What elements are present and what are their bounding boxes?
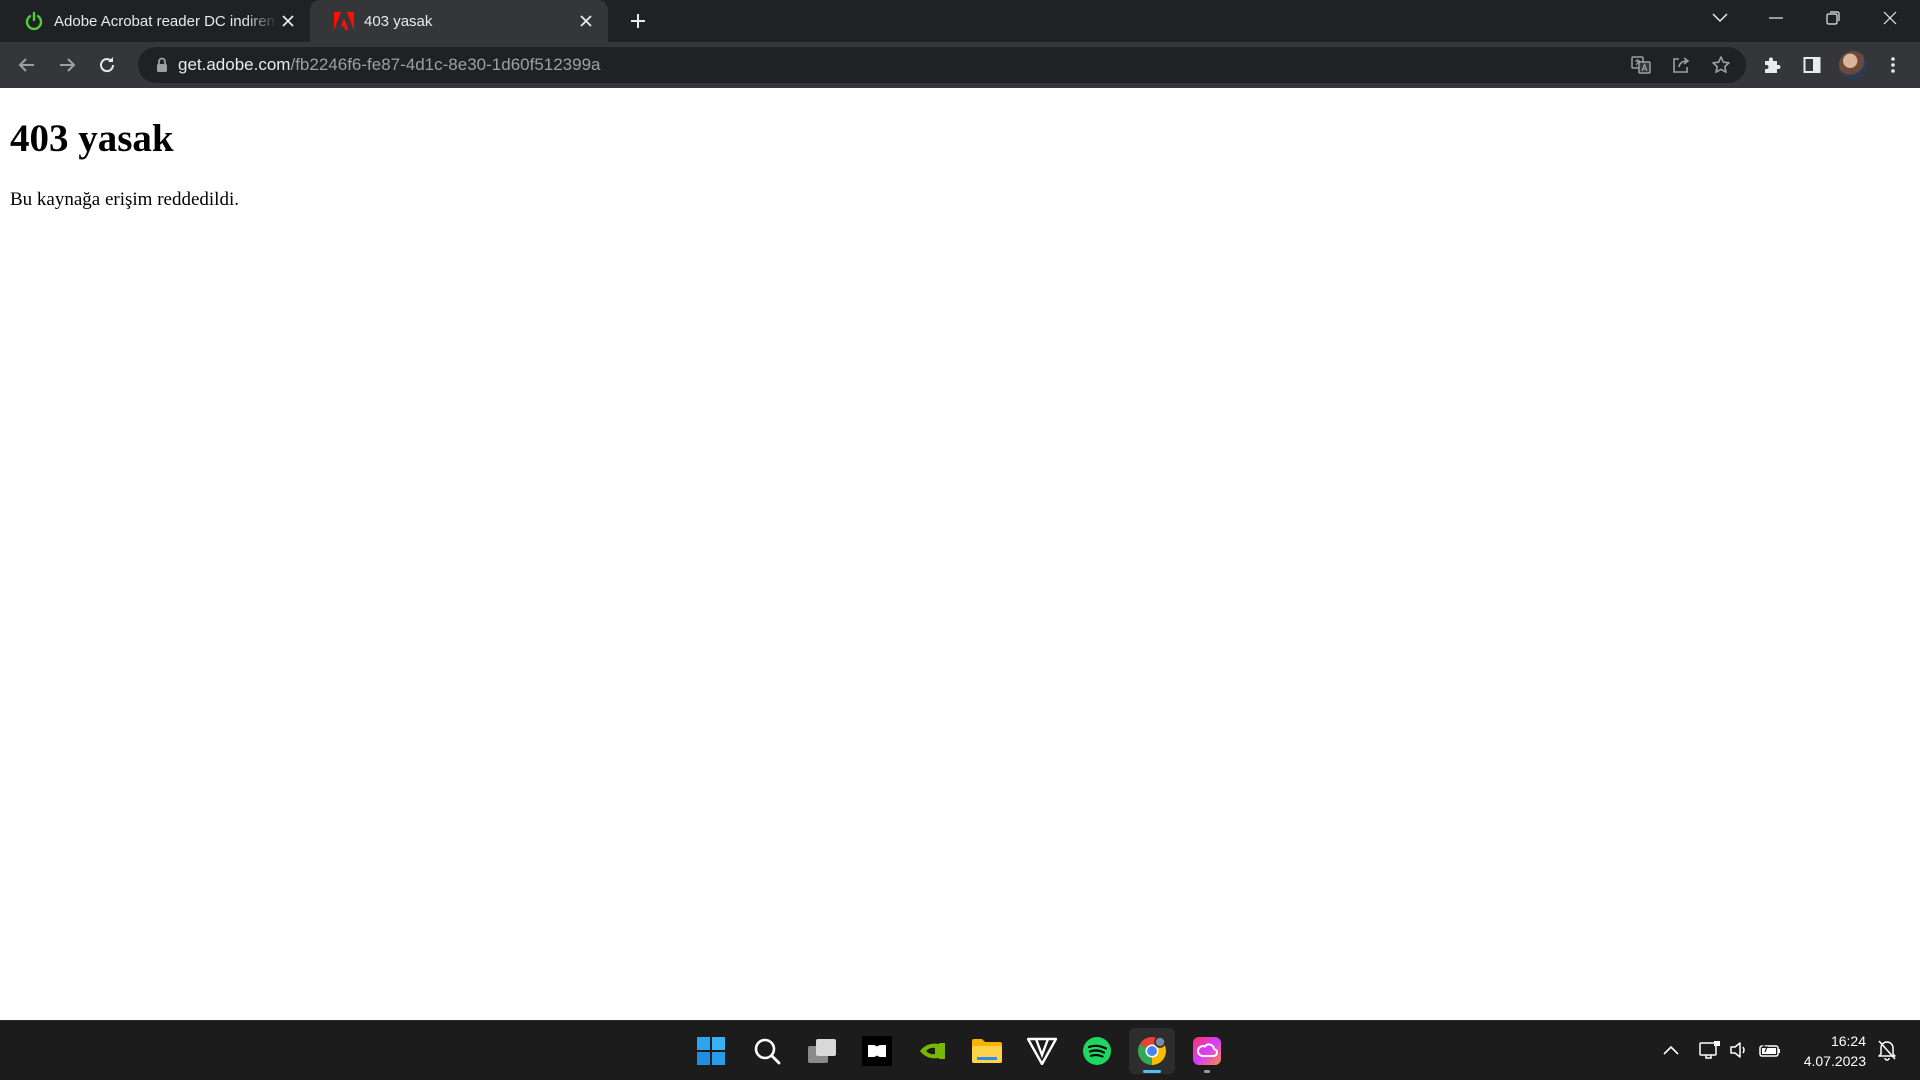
side-panel-icon [1803,57,1821,73]
chevron-down-icon [1712,13,1728,23]
lock-icon[interactable] [152,55,172,75]
show-hidden-icons-button[interactable] [1657,1036,1685,1064]
clock-time: 16:24 [1830,1033,1866,1049]
close-tab-icon[interactable] [576,11,596,31]
creative-cloud-app[interactable] [1184,1028,1230,1074]
minimize-icon [1769,17,1783,19]
notifications-button[interactable] [1873,1036,1901,1064]
minimize-button[interactable] [1748,0,1804,36]
speaker-icon [1730,1042,1745,1058]
windows-logo-icon [697,1037,725,1065]
arrow-left-icon [18,58,34,72]
search-button[interactable] [744,1028,790,1074]
chevron-up-icon [1663,1045,1679,1055]
clock-date: 4.07.2023 [1803,1053,1866,1069]
profile-button[interactable] [1833,45,1873,85]
menu-button[interactable] [1873,45,1913,85]
vector-v-icon [1027,1037,1057,1065]
vectorworks-app[interactable] [1019,1028,1065,1074]
close-window-button[interactable] [1862,0,1918,36]
close-icon [1883,11,1897,25]
battery-charging-icon [1759,1041,1780,1057]
running-app-indicator [1204,1070,1210,1073]
arrow-right-icon [60,58,76,72]
search-icon [754,1038,781,1065]
reload-button[interactable] [87,45,127,85]
back-button[interactable] [7,45,47,85]
url-text[interactable]: get.adobe.com/fb2246f6-fe87-4d1c-8e30-1d… [178,47,601,83]
nvidia-icon [920,1043,945,1059]
power-icon [24,11,44,31]
dolby-access-app[interactable] [854,1028,900,1074]
spotify-icon [1083,1037,1111,1065]
browser-toolbar: get.adobe.com/fb2246f6-fe87-4d1c-8e30-1d… [0,42,1920,88]
network-ethernet-icon [1699,1041,1720,1059]
tab-search-button[interactable] [1692,0,1748,36]
tab-title: 403 yasak [364,12,433,30]
bookmark-star-icon[interactable] [1711,55,1731,75]
start-button[interactable] [688,1028,734,1074]
extensions-button[interactable] [1752,45,1792,85]
tab-adobe-acrobat[interactable]: Adobe Acrobat reader DC indiren [0,0,310,42]
url-path: /fb2246f6-fe87-4d1c-8e30-1d60f512399a [290,55,601,74]
chrome-app[interactable] [1129,1028,1175,1074]
file-explorer-app[interactable] [964,1028,1010,1074]
url-host: get.adobe.com [178,55,291,74]
active-app-indicator [1143,1070,1161,1073]
page-title: 403 yasak [10,117,174,160]
share-icon[interactable] [1671,55,1691,75]
creative-cloud-icon [1193,1037,1221,1065]
tab-strip: Adobe Acrobat reader DC indiren 403 yasa… [0,0,1920,42]
kebab-menu-icon [1891,57,1895,73]
nvidia-app[interactable] [909,1028,955,1074]
tab-title: Adobe Acrobat reader DC indiren [54,12,275,30]
volume-control[interactable] [1725,1036,1753,1064]
dolby-icon [862,1036,892,1066]
reload-icon [100,57,115,73]
translate-icon[interactable] [1631,55,1651,75]
task-view-icon [808,1039,836,1063]
notification-bell-icon [1878,1040,1896,1061]
error-message: Bu kaynağa erişim reddedildi. [10,189,239,210]
side-panel-button[interactable] [1792,45,1832,85]
adobe-icon [334,11,354,31]
plus-icon [631,14,645,28]
taskbar: 16:24 4.07.2023 [0,1020,1920,1080]
address-bar[interactable]: get.adobe.com/fb2246f6-fe87-4d1c-8e30-1d… [138,47,1746,83]
folder-icon [972,1039,1002,1063]
puzzle-icon [1765,57,1781,73]
forward-button[interactable] [47,45,87,85]
battery-status[interactable] [1756,1036,1784,1064]
page-content: 403 yasak Bu kaynağa erişim reddedildi. [0,88,1920,1020]
new-tab-button[interactable] [620,3,656,39]
spotify-app[interactable] [1074,1028,1120,1074]
close-tab-icon[interactable] [278,11,298,31]
avatar [1839,51,1867,79]
restore-button[interactable] [1805,0,1861,36]
tab-403-yasak[interactable]: 403 yasak [310,0,608,42]
task-view-button[interactable] [799,1028,845,1074]
chrome-icon [1138,1036,1166,1065]
taskbar-clock[interactable]: 16:24 4.07.2023 [1794,1031,1866,1071]
network-status[interactable] [1696,1036,1724,1064]
restore-icon [1826,11,1840,25]
